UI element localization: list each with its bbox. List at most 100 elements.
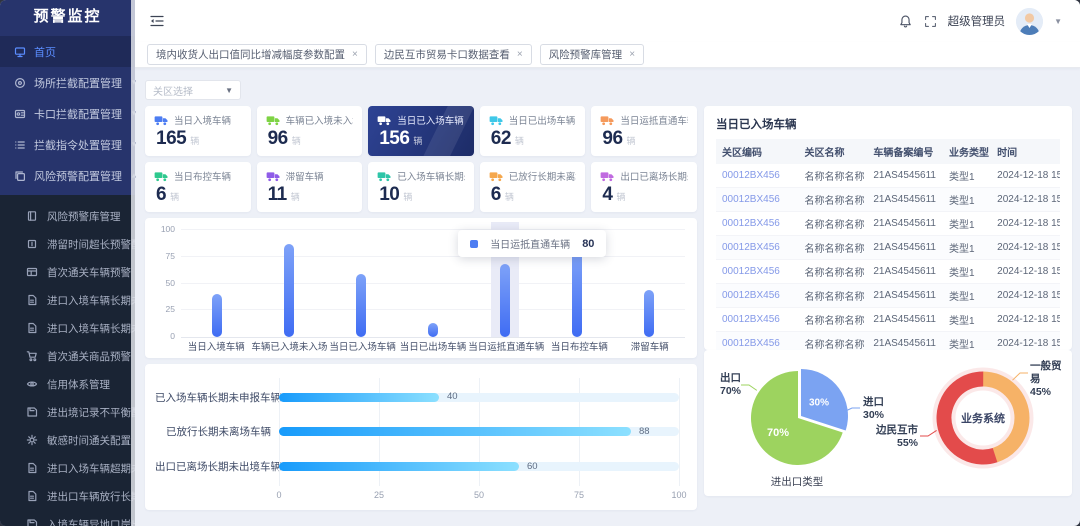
stat-card-当日已入场车辆[interactable]: 当日已入场车辆 156 辆 bbox=[368, 106, 474, 156]
customs-code-link[interactable]: 00012BX456 bbox=[716, 307, 799, 332]
overdue-hbar-chart: 已入场车辆长期未申报车辆 已放行长期未离场车辆 出口已离场长期未出境车辆 40 88 6… bbox=[145, 364, 697, 510]
stat-value: 96 bbox=[267, 128, 289, 149]
sidebar-item-1[interactable]: 场所拦截配置管理▼ bbox=[0, 67, 138, 98]
app-window: 预警监控 首页场所拦截配置管理▼卡口拦截配置管理▼拦截指令处置管理▼风险预警配置… bbox=[0, 0, 1080, 526]
sidebar-subitem-11[interactable]: 入境车辆异地口岸出境配置 bbox=[0, 510, 135, 526]
customs-code-link[interactable]: 00012BX456 bbox=[716, 259, 799, 284]
sidebar-subitem-10[interactable]: 进出口车辆放行长期未离... bbox=[0, 482, 135, 510]
table-cell: 类型1 bbox=[943, 211, 992, 236]
stat-card-已入场车辆长期未申报[interactable]: 已入场车辆长期未申报10辆 bbox=[368, 162, 474, 212]
tab-2[interactable]: 风险预警库管理 × bbox=[539, 44, 645, 65]
truck-icon bbox=[601, 171, 614, 181]
donut-center-label: 业务系统 bbox=[961, 413, 1005, 425]
column-header-关区编码: 关区编码 bbox=[716, 139, 799, 164]
bar-当日已出场车辆[interactable] bbox=[428, 323, 438, 337]
truck-icon bbox=[266, 115, 280, 125]
caret-down-icon[interactable]: ▼ bbox=[1054, 17, 1062, 26]
tab-0[interactable]: 境内收货人出口值同比增减幅度参数配置 × bbox=[147, 44, 367, 65]
stat-card-当日运抵直通车辆[interactable]: 当日运抵直通车辆96辆 bbox=[591, 106, 697, 156]
hbar-category-label: 已入场车辆长期未申报车辆 bbox=[155, 391, 281, 404]
stat-unit: 辆 bbox=[616, 192, 626, 202]
card-icon bbox=[26, 267, 38, 277]
user-name[interactable]: 超级管理员 bbox=[948, 13, 1006, 29]
truck-icon bbox=[154, 115, 168, 125]
stat-value: 11 bbox=[267, 184, 288, 205]
avatar[interactable] bbox=[1016, 7, 1044, 35]
sidebar-subitem-7[interactable]: 进出境记录不平衡配置 bbox=[0, 398, 135, 426]
stat-unit: 辆 bbox=[290, 192, 300, 202]
sidebar-subitem-3[interactable]: 进口入境车辆长期未入场... bbox=[0, 286, 135, 314]
customs-code-link[interactable]: 00012BX456 bbox=[716, 164, 799, 188]
sidebar-item-2[interactable]: 卡口拦截配置管理▼ bbox=[0, 98, 138, 129]
sidebar-item-3[interactable]: 拦截指令处置管理▼ bbox=[0, 129, 138, 160]
customs-code-link[interactable]: 00012BX456 bbox=[716, 211, 799, 236]
sidebar-subitem-9[interactable]: 进口入场车辆超期未申报... bbox=[0, 454, 135, 482]
customs-code-link[interactable]: 00012BX456 bbox=[716, 187, 799, 212]
truck-icon bbox=[489, 171, 503, 181]
sidebar-subitem-label: 进出境记录不平衡配置 bbox=[47, 406, 135, 419]
sidebar-subitem-5[interactable]: 首次通关商品预警 bbox=[0, 342, 135, 370]
close-icon[interactable]: × bbox=[629, 49, 635, 60]
bar-滞留车辆[interactable] bbox=[644, 289, 654, 337]
table-cell: 2024-12-18 15:05 bbox=[991, 187, 1060, 212]
stat-card-车辆已入境未入场[interactable]: 车辆已入境未入场96辆 bbox=[256, 106, 363, 156]
customs-code-link[interactable]: 00012BX456 bbox=[716, 235, 799, 260]
fullscreen-icon[interactable] bbox=[924, 15, 937, 28]
table-cell: 名称名称名称 bbox=[798, 235, 868, 260]
sidebar-item-label: 风险预警配置管理 bbox=[34, 170, 122, 183]
stat-card-滞留车辆[interactable]: 滞留车辆 11 辆 bbox=[256, 162, 363, 212]
bell-icon[interactable] bbox=[898, 14, 913, 29]
gridline bbox=[181, 282, 685, 284]
table-cell: 21AS4545611 bbox=[867, 307, 944, 332]
tab-label: 边民互市贸易卡口数据查看 bbox=[383, 49, 510, 61]
leader-line bbox=[741, 384, 758, 391]
stat-card-当日布控车辆[interactable]: 当日布控车辆 6 辆 bbox=[145, 162, 251, 212]
bar-已入场车辆长期未申报车辆[interactable] bbox=[279, 392, 439, 402]
stat-card-当日入境车辆[interactable]: 当日入境车辆 165 辆 bbox=[145, 106, 251, 156]
sidebar-scrollbar[interactable] bbox=[131, 0, 135, 526]
sidebar-subitem-label: 进口入场车辆超期未申报... bbox=[47, 462, 135, 475]
stat-card-出口已离场长期未出境车辆[interactable]: 出口已离场长期未出境车辆 4辆 bbox=[591, 162, 697, 212]
tab-label: 境内收货人出口值同比增减幅度参数配置 bbox=[156, 49, 345, 61]
bar-当日运抵直通车辆[interactable] bbox=[500, 264, 510, 337]
sidebar-subitem-6[interactable]: 信用体系管理 bbox=[0, 370, 135, 398]
customs-code-link[interactable]: 00012BX456 bbox=[716, 283, 799, 308]
stat-card-已放行长期未离场车辆[interactable]: 已放行长期未离场车辆 6辆 bbox=[479, 162, 586, 212]
truck-icon bbox=[377, 171, 391, 181]
sidebar-subitem-2[interactable]: 首次通关车辆预警 bbox=[0, 258, 135, 286]
collapse-sidebar-icon[interactable] bbox=[149, 13, 165, 29]
table-cell: 名称名称名称 bbox=[798, 211, 868, 236]
stat-value: 10 bbox=[379, 184, 400, 205]
doc-icon bbox=[28, 490, 37, 502]
sidebar-subitem-8[interactable]: 敏感时间通关配置 bbox=[0, 426, 135, 454]
bar-出口已离场长期未出境车辆[interactable] bbox=[279, 462, 519, 472]
customs-area-select[interactable]: 关区选择 ▼ bbox=[145, 80, 241, 100]
close-icon[interactable]: × bbox=[352, 49, 358, 60]
close-icon[interactable]: × bbox=[517, 49, 523, 60]
table-cell: 2024-12-18 15:05 bbox=[991, 307, 1060, 332]
sidebar-item-4[interactable]: 风险预警配置管理▲ bbox=[0, 160, 138, 191]
tab-1[interactable]: 边民互市贸易卡口数据查看 × bbox=[374, 44, 532, 65]
bar-当日入境车辆[interactable] bbox=[211, 294, 222, 337]
x-tick-label: 25 bbox=[373, 490, 385, 500]
truck-icon bbox=[154, 171, 168, 181]
stat-row-2: 当日布控车辆6辆滞留车辆11辆已入场车辆长期未申报10辆已放行长期未离场车辆6辆… bbox=[145, 162, 697, 212]
stat-unit: 辆 bbox=[626, 136, 636, 146]
bar-已放行长期未离场车辆[interactable] bbox=[279, 427, 631, 437]
stat-card-当日已出场车辆[interactable]: 当日已出场车辆 62 辆 bbox=[479, 106, 586, 156]
bar-当日已入场车辆[interactable] bbox=[356, 273, 366, 337]
stat-label: 当日入境车辆 bbox=[174, 116, 232, 127]
sidebar-subitem-4[interactable]: 进口入境车辆长期未入场... bbox=[0, 314, 135, 342]
bar-车辆已入境未入场[interactable] bbox=[284, 243, 294, 337]
sidebar-subitem-0[interactable]: 风险预警库管理 bbox=[0, 202, 135, 230]
app-title: 预警监控 bbox=[33, 8, 102, 25]
sidebar-item-0[interactable]: 首页 bbox=[0, 36, 135, 67]
eye-icon bbox=[26, 381, 38, 387]
sidebar-subitem-1[interactable]: 滞留时间超长预警配置 bbox=[0, 230, 135, 258]
table-cell: 类型1 bbox=[943, 235, 992, 260]
tab-label: 风险预警库管理 bbox=[548, 49, 623, 61]
table-cell: 类型1 bbox=[943, 307, 992, 332]
hbar-category-label: 出口已离场长期未出境车辆 bbox=[155, 461, 281, 474]
bar-当日布控车辆[interactable] bbox=[572, 251, 582, 337]
truck-icon bbox=[601, 115, 614, 125]
